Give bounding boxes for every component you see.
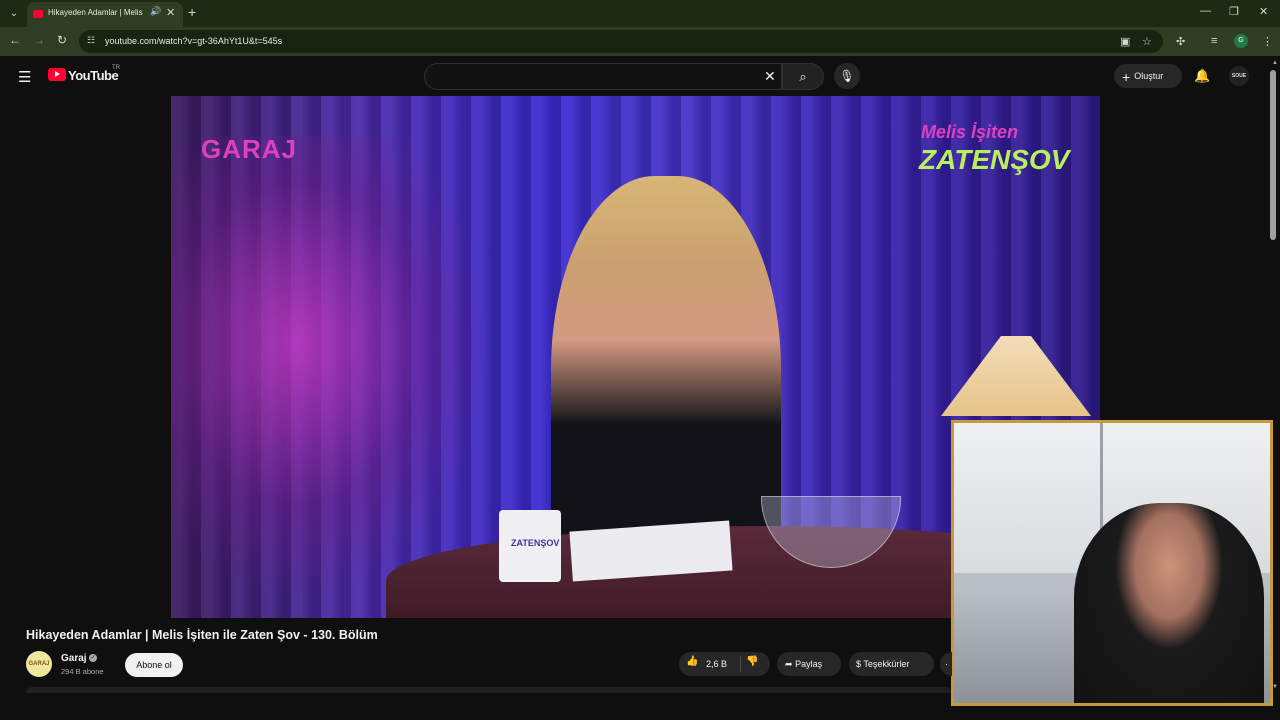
- share-label: Paylaş: [795, 659, 823, 669]
- browser-profile-avatar[interactable]: G: [1234, 34, 1248, 48]
- browser-menu-icon[interactable]: ⋮: [1262, 35, 1273, 48]
- tab-title: Hikayeden Adamlar | Melis: [48, 8, 143, 17]
- forward-icon[interactable]: →: [33, 33, 45, 47]
- video-title: Hikayeden Adamlar | Melis İşiten ile Zat…: [26, 628, 378, 642]
- close-window-icon[interactable]: ✕: [1259, 5, 1268, 18]
- page-scrollbar-thumb[interactable]: [1270, 70, 1276, 240]
- thanks-label: Teşekkürler: [863, 659, 910, 669]
- address-bar[interactable]: ☷ youtube.com/watch?v=gt-36AhYt1U&t=545s: [79, 30, 1163, 53]
- streamer-figure: [1074, 503, 1264, 703]
- subscribe-button[interactable]: Abone ol: [125, 653, 183, 677]
- search-button[interactable]: ⌕: [782, 63, 824, 90]
- user-avatar[interactable]: SOUE: [1229, 66, 1249, 86]
- share-button[interactable]: ➦ Paylaş: [777, 652, 841, 676]
- create-button[interactable]: + Oluştur: [1114, 64, 1182, 88]
- share-arrow-icon: ➦: [785, 659, 793, 669]
- microphone-icon: 🎙: [839, 69, 855, 83]
- create-label: Oluştur: [1134, 71, 1164, 81]
- channel-name[interactable]: Garaj: [61, 653, 87, 664]
- address-url[interactable]: youtube.com/watch?v=gt-36AhYt1U&t=545s: [105, 36, 282, 46]
- mug-logo: ZATENŞOV: [511, 538, 560, 548]
- reload-icon[interactable]: ↻: [57, 33, 67, 47]
- channel-avatar[interactable]: GARAJ: [26, 651, 52, 677]
- speaker-icon[interactable]: 🔊: [150, 6, 161, 17]
- youtube-favicon-icon: [33, 10, 43, 18]
- like-dislike-group: 👍 2,6 B 👎: [679, 652, 770, 676]
- minimize-icon[interactable]: —: [1200, 5, 1211, 17]
- garaj-watermark: GARAJ: [201, 134, 298, 164]
- youtube-header: ☰ YouTube TR ✕ ⌕ 🎙 + Oluştur 🔔 SOUE: [0, 56, 1280, 96]
- extensions-icon[interactable]: ✣: [1176, 35, 1185, 48]
- country-code: TR: [112, 65, 120, 71]
- search-input[interactable]: [424, 63, 782, 90]
- webcam-overlay: [951, 420, 1273, 706]
- voice-search-button[interactable]: 🎙: [834, 63, 860, 89]
- verified-check-icon: ✓: [89, 654, 97, 662]
- like-divider: [740, 656, 741, 672]
- dislike-thumbs-down-icon[interactable]: 👎: [746, 656, 758, 667]
- site-info-icon[interactable]: ☷: [87, 35, 95, 46]
- notifications-bell-icon[interactable]: 🔔: [1194, 68, 1210, 84]
- browser-toolbar: ← → ↻ ☷ youtube.com/watch?v=gt-36AhYt1U&…: [0, 27, 1280, 56]
- back-icon[interactable]: ←: [9, 33, 21, 47]
- show-logo-line2: ZATENŞOV: [919, 144, 1070, 175]
- restore-icon[interactable]: ❐: [1229, 5, 1239, 18]
- browser-tab[interactable]: Hikayeden Adamlar | Melis 🔊 ✕: [27, 2, 183, 27]
- clear-search-icon[interactable]: ✕: [764, 68, 776, 85]
- subscriber-count: 294 B abone: [61, 667, 104, 676]
- youtube-logo-icon[interactable]: [48, 68, 66, 81]
- show-logo-line1: Melis İşiten: [921, 122, 1019, 142]
- new-tab-icon[interactable]: +: [188, 4, 196, 20]
- description-box[interactable]: [26, 687, 951, 693]
- browser-tabbar: ⌄ Hikayeden Adamlar | Melis 🔊 ✕ + — ❐ ✕: [0, 0, 1280, 27]
- like-count[interactable]: 2,6 B: [706, 659, 727, 669]
- bookmark-star-icon[interactable]: ☆: [1142, 35, 1152, 48]
- mug: ZATENŞOV: [499, 510, 561, 582]
- tab-close-icon[interactable]: ✕: [166, 6, 175, 19]
- thanks-button[interactable]: $ Teşekkürler: [849, 652, 934, 676]
- thanks-dollar-icon: $: [856, 659, 862, 669]
- palm-plant: [171, 136, 491, 596]
- more-actions-icon[interactable]: ·: [940, 652, 952, 676]
- tab-search-icon[interactable]: ⌄: [5, 5, 23, 23]
- media-controls-icon[interactable]: ≡: [1211, 35, 1217, 47]
- search-icon: ⌕: [799, 69, 807, 84]
- scroll-up-arrow-icon[interactable]: ▲: [1272, 60, 1278, 66]
- like-thumbs-up-icon[interactable]: 👍: [686, 656, 698, 667]
- youtube-logo-text[interactable]: YouTube: [68, 68, 119, 83]
- plus-icon: +: [1122, 68, 1131, 85]
- cast-icon[interactable]: ▣: [1120, 35, 1130, 48]
- hamburger-menu-icon[interactable]: ☰: [18, 68, 31, 86]
